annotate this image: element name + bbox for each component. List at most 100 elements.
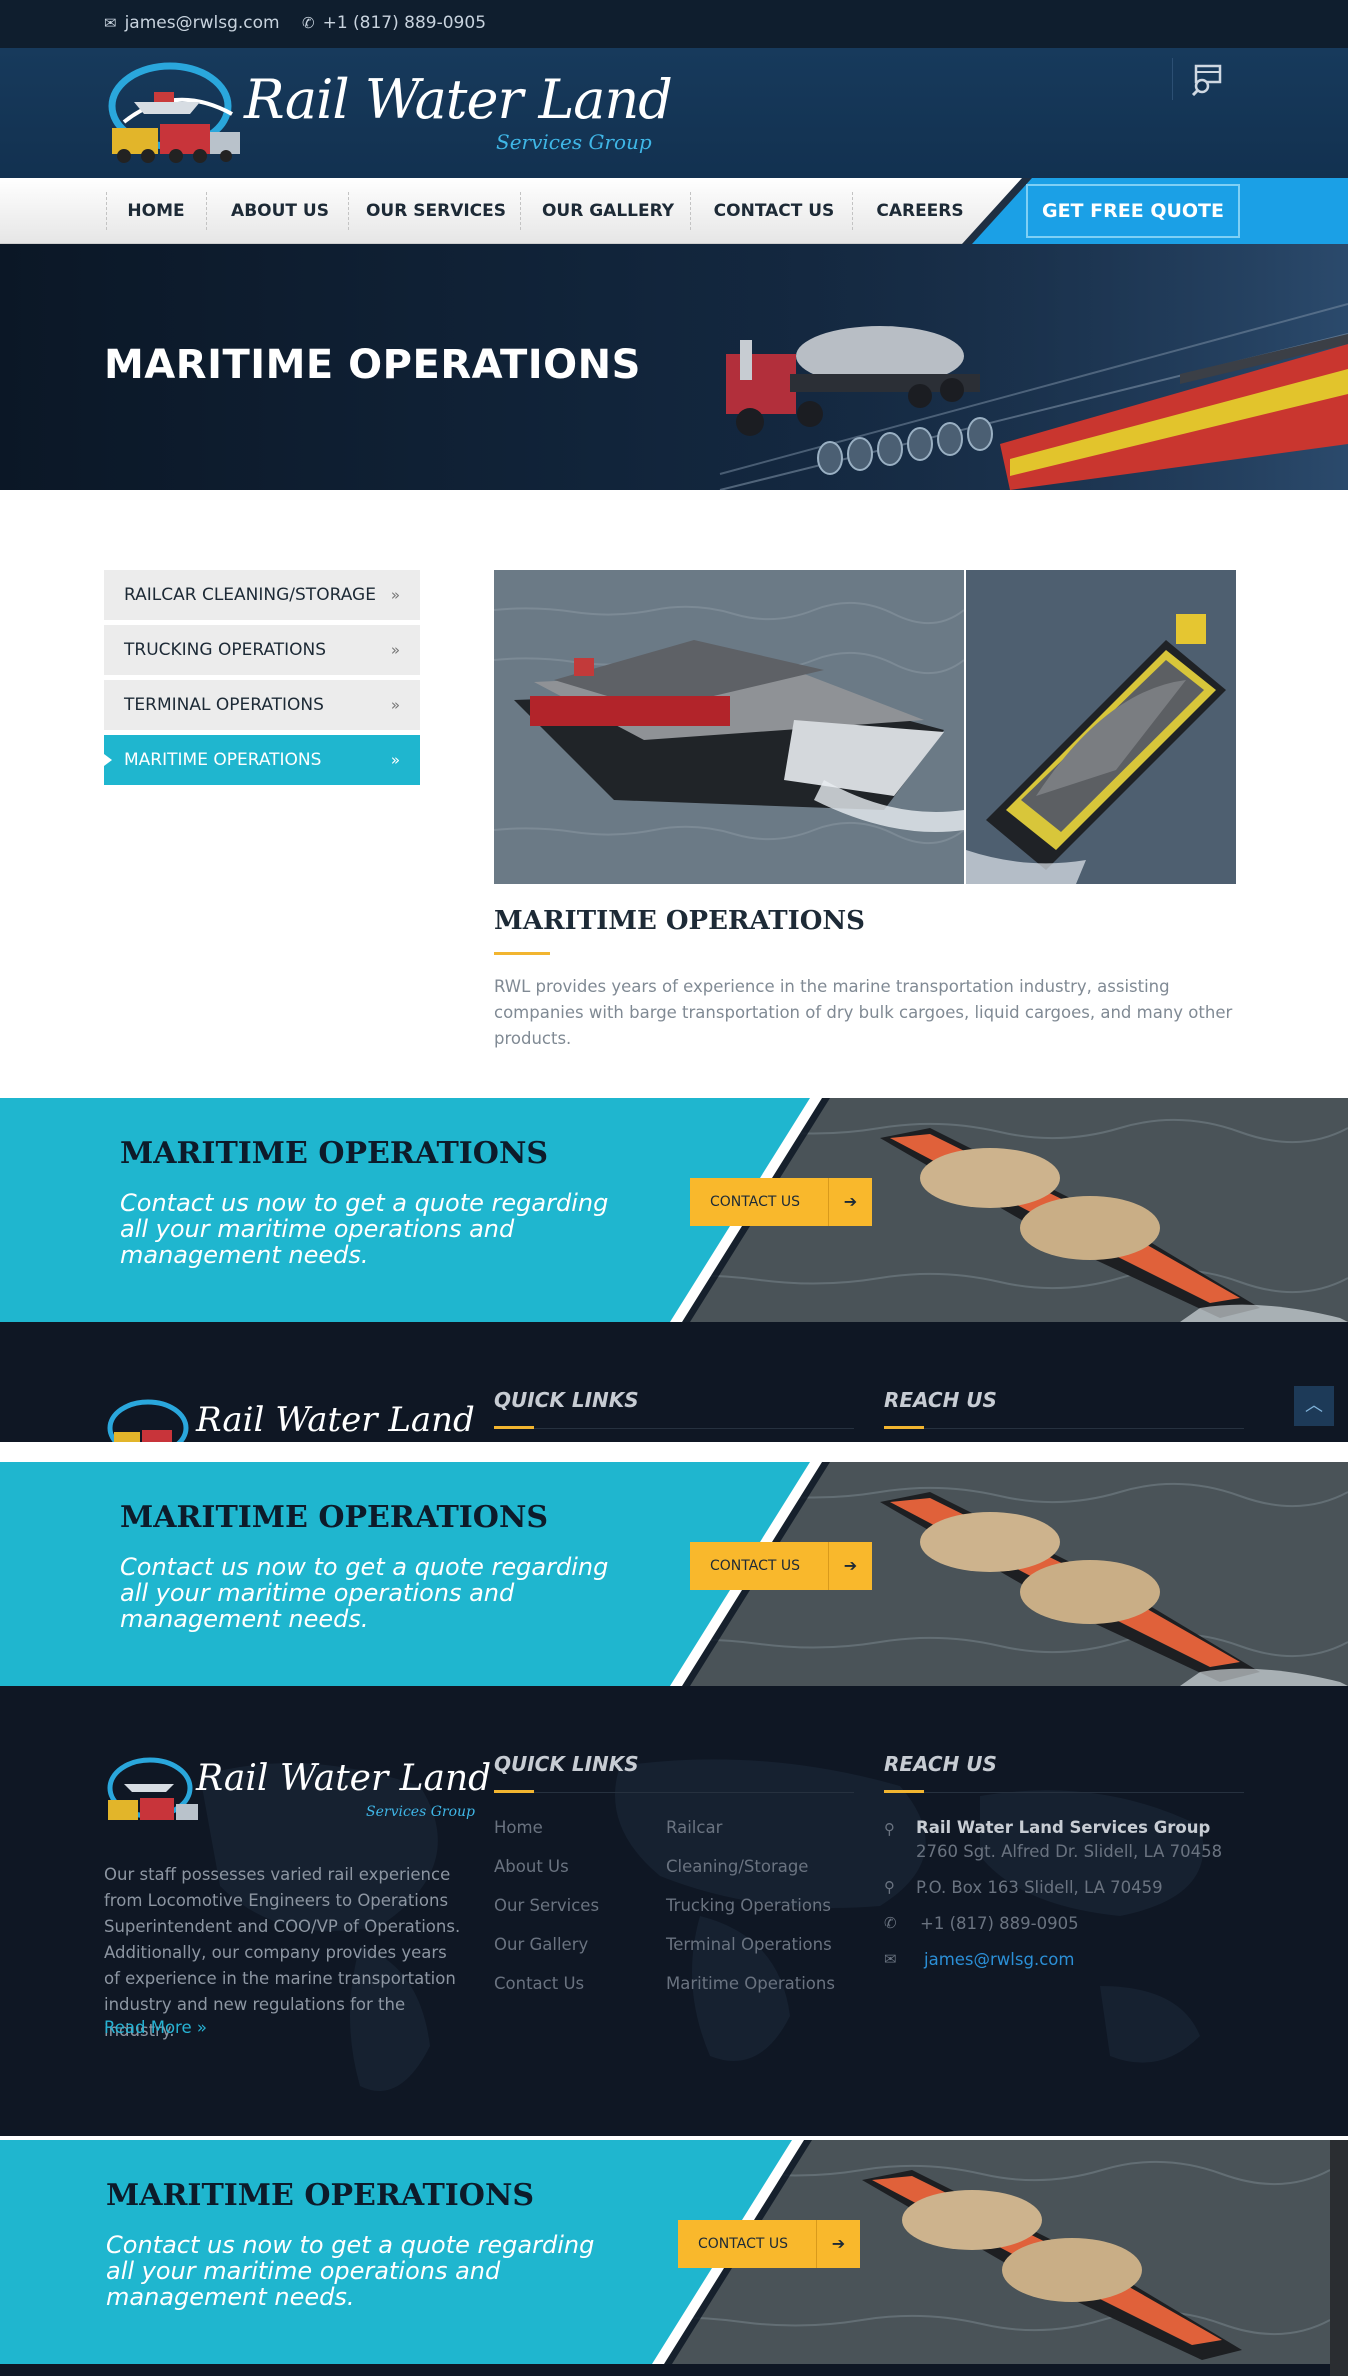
sidebar-item-label: MARITIME OPERATIONS: [124, 750, 322, 770]
phone-icon: ✆: [884, 1914, 897, 1932]
nav-careers[interactable]: CAREERS: [856, 178, 984, 244]
footer-link-our-gallery[interactable]: Our Gallery: [494, 1935, 588, 1954]
contact-us-button[interactable]: CONTACT US ➔: [690, 1178, 872, 1226]
nav-separator: [520, 192, 521, 230]
footer-link-cleaning-storage[interactable]: Cleaning/Storage: [666, 1857, 808, 1876]
header-divider: [1172, 58, 1173, 100]
footer-link-maritime[interactable]: Maritime Operations: [666, 1974, 835, 1993]
banner-truck-train-image: [680, 244, 1348, 490]
footer-rule: [494, 1792, 854, 1793]
footer-po-box: P.O. Box 163 Slidell, LA 70459: [916, 1878, 1163, 1897]
double-chevron-right-icon: »: [390, 641, 400, 659]
footer-logo[interactable]: Rail Water Land Services Group: [104, 1754, 491, 1834]
cart-search-icon[interactable]: [1190, 62, 1226, 96]
footer-link-contact-us[interactable]: Contact Us: [494, 1974, 584, 1993]
nav-about-us[interactable]: ABOUT US: [210, 178, 350, 244]
reach-us-heading: REACH US: [884, 1752, 997, 1776]
nav-separator: [348, 192, 349, 230]
title-underline: [494, 952, 550, 955]
envelope-icon: ✉: [104, 14, 117, 32]
footer-rule: [494, 1428, 854, 1429]
contact-us-label: CONTACT US: [710, 1194, 800, 1210]
get-free-quote-button[interactable]: GET FREE QUOTE: [1026, 184, 1240, 238]
logo-title: Rail Water Land: [244, 68, 673, 131]
footer-rule: [884, 1428, 1244, 1429]
arrow-circle-right-icon: ➔: [828, 1542, 872, 1590]
sidebar-item-label: TERMINAL OPERATIONS: [124, 695, 324, 715]
sidebar-item-trucking[interactable]: TRUCKING OPERATIONS »: [104, 625, 420, 675]
double-chevron-right-icon: »: [390, 751, 400, 769]
footer-fragment: Rail Water Land QUICK LINKS REACH US: [0, 1322, 1348, 1442]
footer-link-terminal[interactable]: Terminal Operations: [666, 1935, 832, 1954]
logo-emblem-icon: [107, 1399, 189, 1442]
back-to-top-button[interactable]: ︿: [1294, 1386, 1334, 1426]
content-title: MARITIME OPERATIONS: [494, 906, 865, 936]
content-text: RWL provides years of experience in the …: [494, 977, 1233, 1048]
page-title: MARITIME OPERATIONS: [104, 342, 641, 388]
footer-link-trucking[interactable]: Trucking Operations: [666, 1896, 831, 1915]
footer-logo-title: Rail Water Land: [196, 1400, 475, 1440]
cta-banner: MARITIME OPERATIONS Contact us now to ge…: [0, 2140, 1330, 2364]
contact-us-label: CONTACT US: [698, 2236, 788, 2252]
footer-logo-title: Rail Water Land: [196, 1758, 492, 1799]
sidebar-item-maritime[interactable]: MARITIME OPERATIONS »: [104, 735, 420, 785]
scrollbar-track[interactable]: [1330, 2140, 1348, 2376]
contact-us-label: CONTACT US: [710, 1558, 800, 1574]
section-gap: [0, 2136, 1348, 2138]
quick-links-heading: QUICK LINKS: [494, 1752, 639, 1776]
sidebar-item-railcar-cleaning[interactable]: RAILCAR CLEANING/STORAGE »: [104, 570, 420, 620]
site-logo[interactable]: Rail Water Land Services Group: [104, 62, 673, 170]
sidebar-item-terminal[interactable]: TERMINAL OPERATIONS »: [104, 680, 420, 730]
footer-edge: [0, 2364, 1330, 2376]
contact-us-button[interactable]: CONTACT US ➔: [678, 2220, 860, 2268]
footer-address: 2760 Sgt. Alfred Dr. Slidell, LA 70458: [916, 1842, 1223, 1861]
nav-our-services[interactable]: OUR SERVICES: [352, 178, 520, 244]
nav-contact-us[interactable]: CONTACT US: [694, 178, 854, 244]
footer-company-name: Rail Water Land Services Group: [916, 1818, 1211, 1837]
footer-rule: [884, 1792, 1244, 1793]
chevron-up-icon: ︿: [1305, 1395, 1323, 1416]
footer-logo-fragment: Rail Water Land: [104, 1392, 475, 1442]
barge-photo-right: [966, 570, 1236, 884]
cta-title: MARITIME OPERATIONS: [120, 1500, 549, 1535]
logo-subtitle: Services Group: [496, 130, 652, 154]
footer-accent: [494, 1426, 534, 1429]
footer-about-text: Our staff possesses varied rail experien…: [104, 1865, 461, 2040]
nav-home[interactable]: HOME: [110, 178, 202, 244]
footer-logo-subtitle: Services Group: [366, 1804, 475, 1820]
footer-link-railcar[interactable]: Railcar: [666, 1818, 722, 1837]
nav-our-gallery[interactable]: OUR GALLERY: [524, 178, 692, 244]
topbar-phone-text: +1 (817) 889-0905: [322, 13, 487, 33]
cta-banner: MARITIME OPERATIONS Contact us now to ge…: [0, 1462, 1348, 1686]
arrow-circle-right-icon: ➔: [816, 2220, 860, 2268]
double-chevron-right-icon: »: [390, 586, 400, 604]
site-header: Rail Water Land Services Group: [0, 48, 1348, 178]
barge-aerial-image: [966, 570, 1236, 884]
footer-link-our-services[interactable]: Our Services: [494, 1896, 599, 1915]
reach-us-heading: REACH US: [884, 1388, 997, 1412]
footer-accent: [494, 1790, 534, 1793]
arrow-circle-right-icon: ➔: [828, 1178, 872, 1226]
footer-link-home[interactable]: Home: [494, 1818, 543, 1837]
footer-link-about-us[interactable]: About Us: [494, 1857, 569, 1876]
footer-email[interactable]: james@rwlsg.com: [924, 1950, 1074, 1969]
cta-text: Contact us now to get a quote regarding …: [120, 1189, 609, 1269]
topbar-phone[interactable]: ✆ +1 (817) 889-0905: [302, 13, 486, 33]
top-bar: ✉ james@rwlsg.com ✆ +1 (817) 889-0905: [0, 0, 1348, 48]
footer-accent: [884, 1426, 924, 1429]
read-more-link[interactable]: Read More »: [104, 2018, 207, 2037]
nav-separator: [206, 192, 207, 230]
cta-title: MARITIME OPERATIONS: [120, 1136, 549, 1171]
phone-icon: ✆: [302, 14, 315, 32]
nav-separator: [852, 192, 853, 230]
double-chevron-right-icon: »: [390, 696, 400, 714]
page-banner: MARITIME OPERATIONS: [0, 244, 1348, 490]
barge-image: [494, 570, 964, 884]
topbar-email[interactable]: ✉ james@rwlsg.com: [104, 13, 280, 33]
footer-phone[interactable]: +1 (817) 889-0905: [920, 1914, 1079, 1933]
contact-us-button[interactable]: CONTACT US ➔: [690, 1542, 872, 1590]
sidebar-item-label: TRUCKING OPERATIONS: [124, 640, 327, 660]
cta-text: Contact us now to get a quote regarding …: [120, 1553, 609, 1633]
footer-accent: [884, 1790, 924, 1793]
map-marker-icon: ⚲: [884, 1820, 895, 1838]
